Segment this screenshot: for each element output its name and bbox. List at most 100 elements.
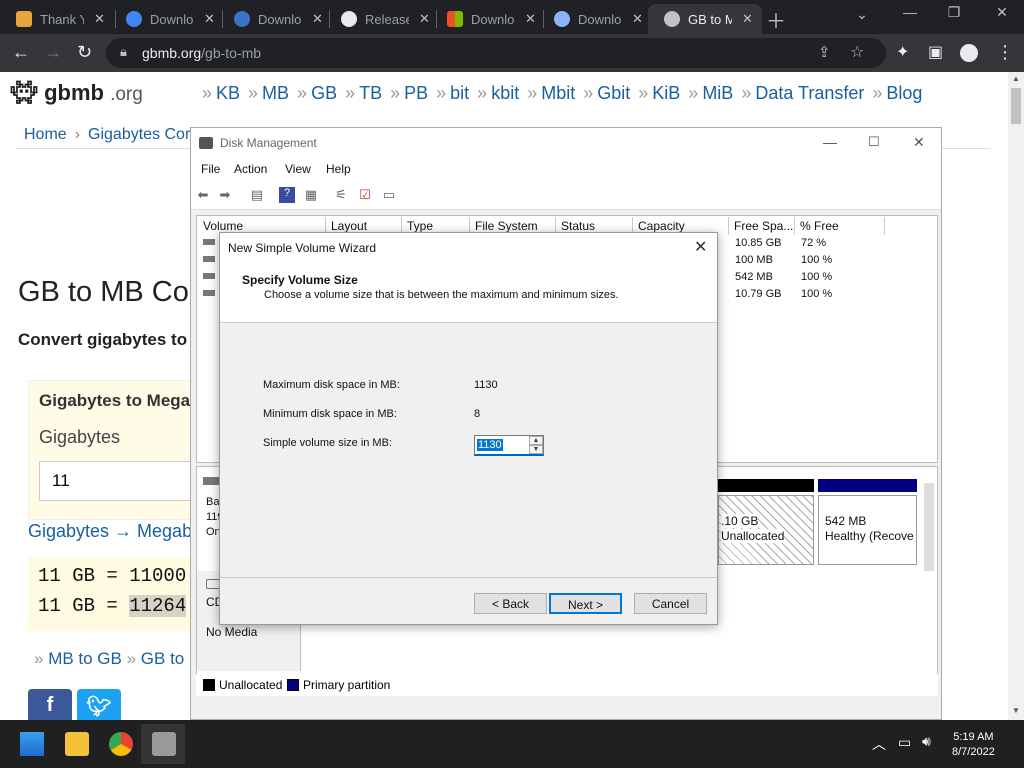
site-nav-link[interactable]: bit [450,83,469,103]
url-text[interactable]: gbmb.org/gb-to-mb [142,45,261,61]
site-nav-link[interactable]: KiB [652,83,680,103]
result-line-1: 11 GB = 11000 [38,565,187,587]
share-icon[interactable]: ⇪ [818,43,831,61]
column-free-space[interactable]: Free Spa... [729,217,795,235]
primary-partition-bar [818,479,917,492]
site-nav-link[interactable]: MiB [702,83,733,103]
help-icon[interactable]: ? [279,187,295,203]
scrollbar-thumb[interactable] [1011,88,1021,124]
close-tab-icon[interactable]: ✕ [632,11,643,27]
close-icon[interactable]: ✕ [694,237,707,257]
volume-icon[interactable]: 🔊︎ [922,733,931,750]
page-scrollbar[interactable]: ▲ ▼ [1008,72,1024,720]
close-tab-icon[interactable]: ✕ [525,11,536,27]
menu-action[interactable]: Action [234,162,267,176]
conversion-link[interactable]: Gigabytes → Megab [28,521,192,542]
stepper-up-icon[interactable]: ▲ [529,436,543,445]
minimize-button[interactable]: — [888,4,932,20]
site-nav-link[interactable]: Gbit [597,83,630,103]
site-nav-link[interactable]: MB [262,83,289,103]
site-nav-link[interactable]: Data Transfer [755,83,864,103]
minimize-button[interactable]: — [823,134,837,150]
browser-tab-5[interactable]: Downlo ✕ [431,4,546,34]
menu-file[interactable]: File [201,162,220,176]
menu-help[interactable]: Help [326,162,351,176]
settings-icon[interactable]: ▭ [381,187,397,203]
profile-avatar-icon[interactable] [960,44,978,62]
close-tab-icon[interactable]: ✕ [204,11,215,27]
connect-icon[interactable]: ⚟ [333,187,349,203]
column-percent-free[interactable]: % Free [795,217,885,235]
disk-management-app-icon[interactable] [152,732,176,756]
wizard-header: New Simple Volume Wizard ✕ Specify Volum… [220,233,717,323]
new-tab-button[interactable]: ＋ [766,5,786,34]
close-tab-icon[interactable]: ✕ [742,11,753,27]
site-nav-link[interactable]: KB [216,83,240,103]
site-nav-link[interactable]: Mbit [541,83,575,103]
breadcrumb-home[interactable]: Home [24,126,67,143]
site-nav-link[interactable]: GB [311,83,337,103]
maximize-button[interactable]: ☐ [868,134,880,150]
related-link[interactable]: GB to [141,649,184,668]
browser-tab-1[interactable]: Thank Y ✕ [0,4,115,34]
close-window-button[interactable]: ✕ [980,4,1024,21]
chevron-up-icon[interactable]: ︿ [872,734,886,754]
site-nav-link[interactable]: PB [404,83,428,103]
volume-size-input[interactable]: 1130 [477,439,503,451]
volume-icon [203,239,215,245]
cancel-button[interactable]: Cancel [634,593,707,614]
site-logo[interactable]: 👾︎ gbmb .org [10,80,143,106]
facebook-icon[interactable]: f [28,689,72,720]
network-icon[interactable]: ▭ [898,734,911,751]
volume-size-stepper[interactable]: 1130 ▲ ▼ [474,435,544,456]
checklist-icon[interactable]: ☑ [357,187,373,203]
back-icon[interactable]: ⬅ [195,187,211,203]
next-button[interactable]: Next > [549,593,622,614]
twitter-icon[interactable]: 🐦︎ [77,689,121,720]
pane-scrollbar[interactable] [924,483,934,571]
unallocated-partition[interactable]: .10 GB Unallocated [718,495,814,565]
forward-icon[interactable]: ➡ [217,187,233,203]
back-button[interactable]: < Back [474,593,547,614]
browser-tab-2[interactable]: Downlo ✕ [110,4,225,34]
browser-tab-active[interactable]: GB to M ✕ [648,4,762,34]
file-explorer-icon[interactable] [65,732,89,756]
menu-view[interactable]: View [285,162,311,176]
browser-tab-6[interactable]: Downlo ✕ [538,4,653,34]
properties-icon[interactable]: ▦ [303,187,319,203]
back-arrow-icon[interactable]: ← [12,42,30,63]
close-tab-icon[interactable]: ✕ [419,11,430,27]
close-tab-icon[interactable]: ✕ [94,11,105,27]
site-nav-link[interactable]: kbit [491,83,519,103]
menu-kebab-icon[interactable]: ⋮ [996,42,1014,63]
cd-drive-icon [206,579,220,589]
restore-button[interactable]: ❐ [932,4,976,21]
scroll-down-icon[interactable]: ▼ [1012,706,1020,715]
breadcrumb-current[interactable]: Gigabytes Cor [88,126,190,143]
tab-search-icon[interactable]: ⌄ [840,6,884,23]
close-tab-icon[interactable]: ✕ [312,11,323,27]
close-button[interactable]: ✕ [913,134,925,151]
browser-tab-4[interactable]: Release ✕ [325,4,440,34]
breadcrumb: Home › Gigabytes Cor [24,126,191,143]
address-bar[interactable]: 🔒︎ gbmb.org/gb-to-mb ⇪ ☆ [106,38,886,68]
gbmb-favicon-icon [664,11,680,27]
related-link[interactable]: MB to GB [48,649,122,668]
browser-tab-3[interactable]: Downlo ✕ [218,4,333,34]
site-nav-link[interactable]: TB [359,83,382,103]
side-panel-icon[interactable]: ▣ [928,42,943,62]
chrome-icon[interactable] [109,732,133,756]
recovery-partition[interactable]: 542 MB Healthy (Recove [818,495,917,565]
windows-start-icon[interactable] [20,732,44,756]
reload-icon[interactable]: ↻ [77,42,92,63]
bookmark-star-icon[interactable]: ☆ [850,42,864,62]
site-nav-link[interactable]: Blog [886,83,922,103]
wizard-description: Choose a volume size that is between the… [264,289,619,301]
extensions-icon[interactable]: ✦ [896,42,909,62]
stepper-down-icon[interactable]: ▼ [529,445,543,454]
menu-bar: File Action View Help [191,158,941,180]
console-tree-icon[interactable]: ▤ [249,187,265,203]
scroll-up-icon[interactable]: ▲ [1012,74,1020,83]
forward-arrow-icon[interactable]: → [44,42,62,63]
clock[interactable]: 5:19 AM 8/7/2022 [952,730,995,760]
